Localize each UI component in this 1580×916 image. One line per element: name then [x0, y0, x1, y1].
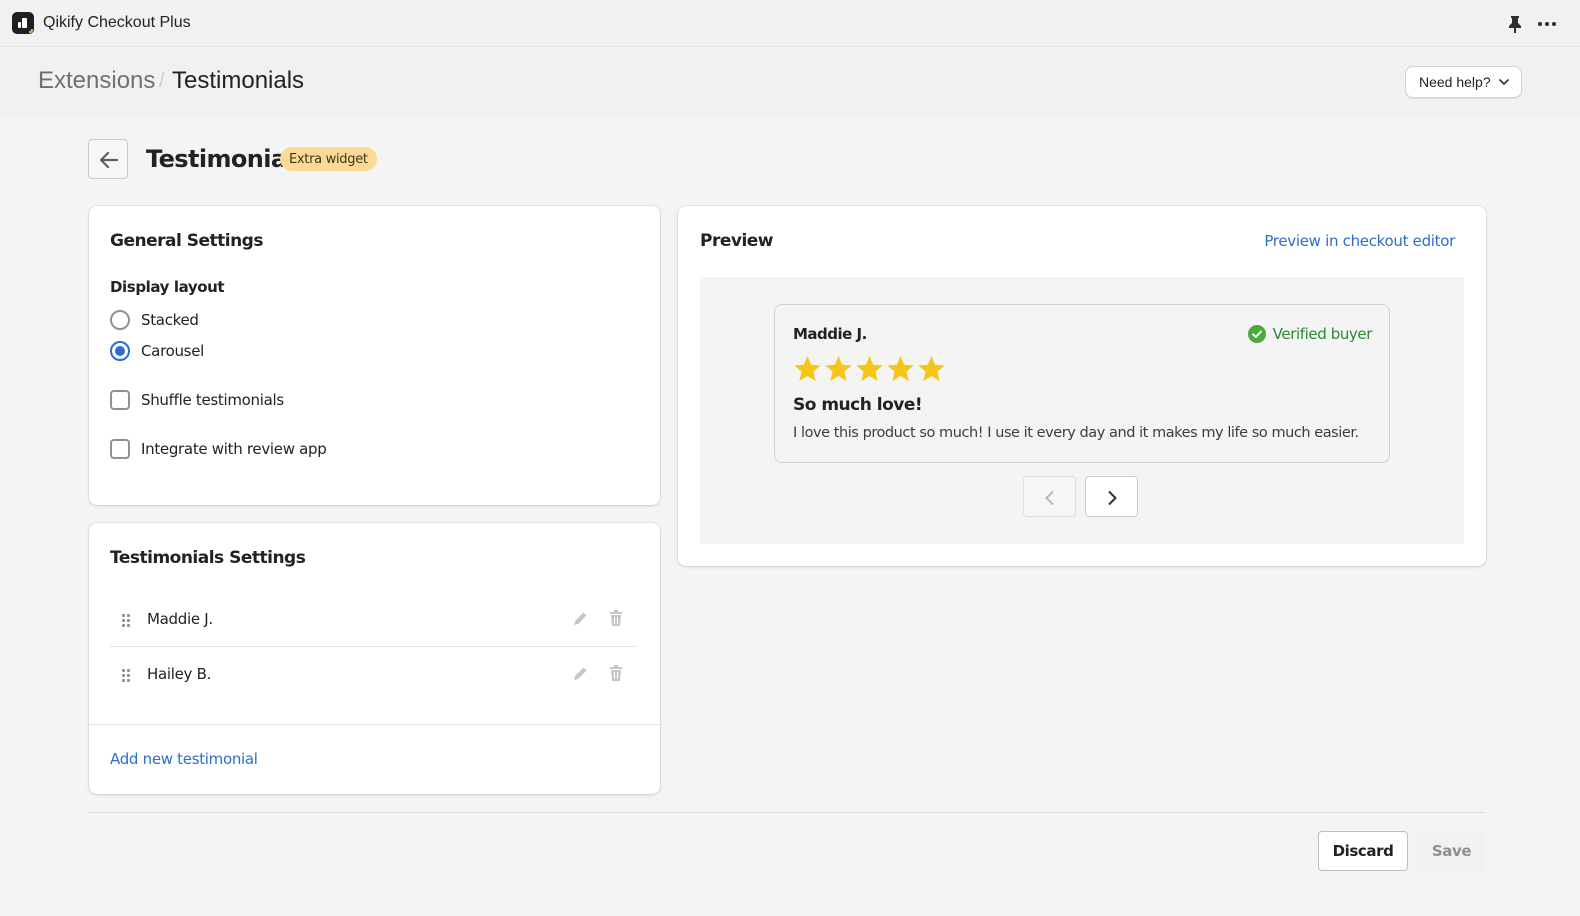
pin-icon[interactable] — [1506, 14, 1524, 34]
review-body: I love this product so much! I use it ev… — [793, 425, 1359, 441]
footer-divider — [88, 812, 1486, 813]
app-title: Qikify Checkout Plus — [43, 14, 191, 31]
star-icon — [918, 355, 945, 381]
breadcrumb-extensions[interactable]: Extensions — [38, 67, 155, 95]
general-settings-title: General Settings — [110, 231, 263, 251]
back-button[interactable] — [88, 139, 128, 179]
radio-carousel-control[interactable] — [110, 341, 130, 361]
radio-stacked[interactable]: Stacked — [110, 309, 199, 331]
verified-label: Verified buyer — [1272, 325, 1373, 343]
carousel-prev-button[interactable] — [1023, 476, 1076, 517]
need-help-label: Need help? — [1419, 74, 1491, 90]
review-card: Maddie J. Verified buyer So much love! I… — [774, 304, 1390, 463]
preview-area: Maddie J. Verified buyer So much love! I… — [700, 277, 1464, 544]
add-new-testimonial-link[interactable]: Add new testimonial — [110, 750, 258, 768]
carousel-next-button[interactable] — [1085, 476, 1138, 517]
testimonial-row: Hailey B. — [110, 648, 637, 702]
arrow-left-icon — [99, 151, 119, 169]
edit-pencil-icon[interactable] — [571, 665, 589, 683]
delete-trash-icon[interactable] — [609, 609, 623, 627]
radio-carousel[interactable]: Carousel — [110, 340, 204, 362]
page-header: Extensions / Testimonials Need help? — [0, 48, 1580, 116]
integrate-checkbox-control[interactable] — [110, 439, 130, 459]
need-help-button[interactable]: Need help? — [1405, 66, 1522, 98]
preview-card: Preview Preview in checkout editor Maddi… — [678, 206, 1486, 566]
testimonial-name: Hailey B. — [147, 665, 212, 683]
chevron-left-icon — [1045, 490, 1054, 506]
radio-carousel-label: Carousel — [141, 342, 204, 360]
divider — [89, 724, 660, 725]
edit-pencil-icon[interactable] — [571, 610, 589, 628]
drag-handle-icon[interactable] — [122, 669, 132, 682]
check-circle-icon — [1247, 325, 1266, 343]
verified-buyer-badge: Verified buyer — [1247, 325, 1373, 343]
breadcrumb-separator: / — [159, 70, 165, 92]
more-horizontal-icon[interactable] — [1536, 14, 1558, 34]
integrate-review-app-checkbox[interactable]: Integrate with review app — [110, 438, 327, 460]
testimonial-row: Maddie J. — [110, 593, 637, 647]
drag-handle-icon[interactable] — [122, 614, 132, 627]
display-layout-label: Display layout — [110, 278, 225, 296]
star-icon — [794, 355, 821, 381]
shuffle-label: Shuffle testimonials — [141, 391, 284, 409]
star-icon — [887, 355, 914, 381]
save-button[interactable]: Save — [1417, 831, 1486, 871]
shuffle-testimonials-checkbox[interactable]: Shuffle testimonials — [110, 389, 284, 411]
radio-stacked-control[interactable] — [110, 310, 130, 330]
testimonials-settings-card: Testimonials Settings Maddie J. Hailey B… — [89, 523, 660, 794]
star-rating — [792, 354, 947, 384]
testimonials-settings-title: Testimonials Settings — [110, 548, 306, 568]
review-title: So much love! — [793, 395, 923, 415]
general-settings-card: General Settings Display layout Stacked … — [89, 206, 660, 505]
chevron-down-icon — [1498, 78, 1510, 86]
star-icon — [856, 355, 883, 381]
preview-title: Preview — [700, 231, 774, 251]
radio-stacked-label: Stacked — [141, 311, 199, 329]
shuffle-checkbox-control[interactable] — [110, 390, 130, 410]
integrate-label: Integrate with review app — [141, 440, 327, 458]
extra-widget-badge: Extra widget — [280, 147, 377, 171]
reviewer-name: Maddie J. — [793, 325, 867, 343]
breadcrumb-current: Testimonials — [172, 67, 305, 94]
testimonial-name: Maddie J. — [147, 610, 213, 628]
discard-button[interactable]: Discard — [1318, 831, 1408, 871]
app-logo-icon — [12, 12, 34, 34]
chevron-right-icon — [1108, 490, 1117, 506]
app-bar: Qikify Checkout Plus — [0, 0, 1580, 47]
preview-in-checkout-editor-link[interactable]: Preview in checkout editor — [1264, 232, 1455, 250]
star-icon — [825, 355, 852, 381]
delete-trash-icon[interactable] — [609, 664, 623, 682]
